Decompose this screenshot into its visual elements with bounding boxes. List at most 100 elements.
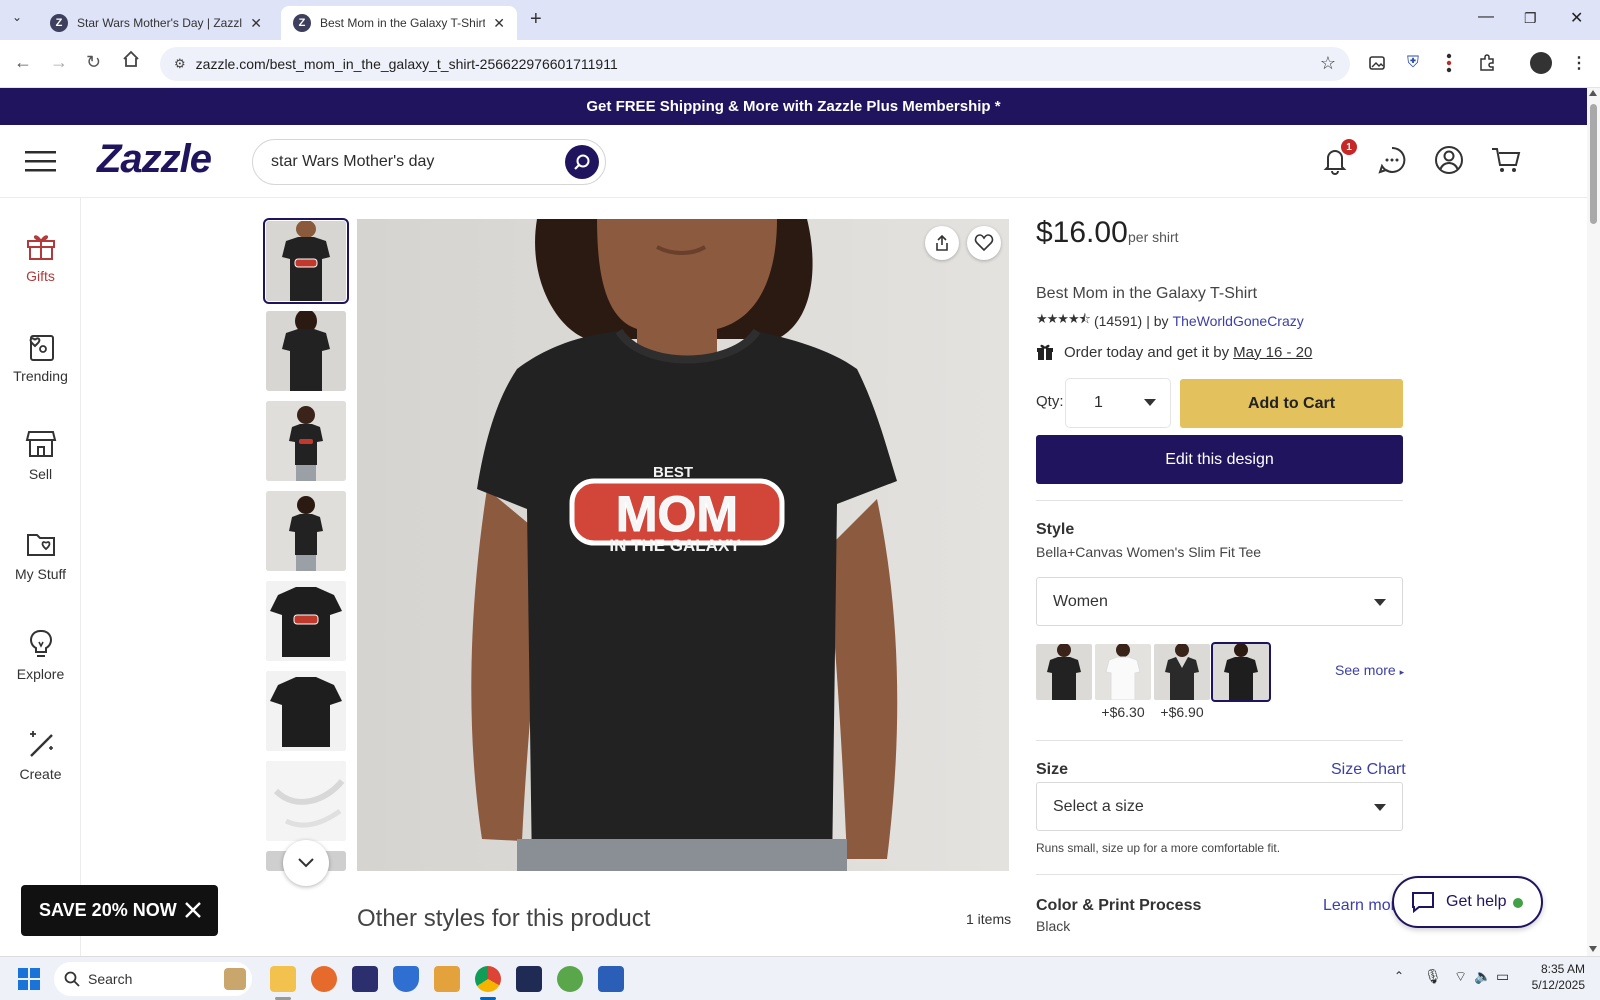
add-to-cart-button[interactable]: Add to Cart <box>1180 379 1403 428</box>
puzzle-extensions-icon[interactable] <box>1476 52 1498 74</box>
main-product-image[interactable]: BEST MOM IN THE GALAXY <box>357 219 1009 871</box>
product-thumbnail[interactable] <box>266 761 346 841</box>
style-swatch[interactable] <box>1154 644 1210 700</box>
search-input[interactable]: star Wars Mother's day <box>252 139 606 185</box>
forward-icon[interactable]: → <box>50 52 68 73</box>
nav-sell[interactable]: Sell <box>0 428 81 482</box>
nav-my-stuff[interactable]: My Stuff <box>0 528 81 582</box>
app-icon[interactable] <box>516 966 542 992</box>
save-20-promo-button[interactable]: SAVE 20% NOW <box>21 885 218 936</box>
scrollbar-thumb[interactable] <box>1590 104 1597 224</box>
nav-explore[interactable]: Explore <box>0 628 81 682</box>
share-button[interactable] <box>925 226 959 260</box>
nav-gifts[interactable]: Gifts <box>0 230 81 284</box>
get-help-label: Get help <box>1446 893 1507 910</box>
battery-icon[interactable]: ▭ <box>1496 968 1509 985</box>
chevron-down-icon <box>298 858 314 868</box>
profile-avatar[interactable] <box>1530 52 1552 74</box>
close-window-icon[interactable]: ✕ <box>1570 8 1583 28</box>
tab-list-chevron-icon[interactable]: ⌄ <box>12 10 22 24</box>
page-scrollbar[interactable] <box>1587 88 1600 956</box>
quantity-value: 1 <box>1094 394 1103 411</box>
product-thumbnail[interactable] <box>263 218 349 304</box>
tab-title: Best Mom in the Galaxy T-Shirt | Zazzle <box>320 16 486 30</box>
style-swatch[interactable] <box>1095 644 1151 700</box>
trending-heart-icon <box>29 335 54 361</box>
new-tab-button[interactable]: + <box>530 8 542 31</box>
delivery-date[interactable]: May 16 - 20 <box>1233 344 1312 361</box>
scroll-down-icon[interactable] <box>1589 946 1597 952</box>
taskbar-clock[interactable]: 8:35 AM 5/12/2025 <box>1525 961 1585 993</box>
show-hidden-icons[interactable]: ⌃ <box>1394 969 1404 983</box>
quantity-select[interactable]: 1 <box>1066 379 1170 427</box>
close-tab-icon[interactable]: ✕ <box>250 15 262 32</box>
review-count[interactable]: (14591) <box>1094 313 1142 329</box>
word-icon[interactable] <box>598 966 624 992</box>
app-icon[interactable] <box>352 966 378 992</box>
close-tab-icon[interactable]: ✕ <box>493 15 505 32</box>
zazzle-logo[interactable]: Zazzle <box>97 137 212 182</box>
search-button[interactable] <box>565 145 599 179</box>
address-bar[interactable]: ⚙ zazzle.com/best_mom_in_the_galaxy_t_sh… <box>160 47 1350 81</box>
product-thumbnail[interactable] <box>266 671 346 751</box>
scroll-up-icon[interactable] <box>1589 90 1597 96</box>
bookmark-star-icon[interactable]: ☆ <box>1320 53 1336 74</box>
size-chart-link[interactable]: Size Chart <box>1331 761 1406 779</box>
tab-best-mom-tshirt[interactable]: Z Best Mom in the Galaxy T-Shirt | Zazzl… <box>281 6 517 40</box>
edit-design-button[interactable]: Edit this design <box>1036 435 1403 484</box>
cart-icon[interactable] <box>1489 143 1523 177</box>
image-extension-icon[interactable] <box>1366 52 1388 74</box>
file-explorer-icon[interactable] <box>270 966 296 992</box>
thumbnails-scroll-down-button[interactable] <box>283 840 329 886</box>
hamburger-menu-icon[interactable] <box>25 150 56 177</box>
product-rating: ★★★★⯪ (14591) | by TheWorldGoneCrazy <box>1036 310 1304 332</box>
site-settings-icon[interactable]: ⚙ <box>174 56 186 72</box>
shield-extension-icon[interactable]: ⛨ <box>1402 52 1424 74</box>
search-icon <box>574 154 590 170</box>
wifi-icon[interactable]: ⌔ <box>1454 968 1467 986</box>
restore-icon[interactable]: ❐ <box>1524 10 1537 27</box>
windows-start-icon[interactable] <box>18 968 40 995</box>
product-thumbnail[interactable] <box>266 311 346 391</box>
style-select[interactable]: Women <box>1036 577 1403 626</box>
style-swatch[interactable] <box>1036 644 1092 700</box>
reload-icon[interactable]: ↻ <box>86 52 101 73</box>
minimize-icon[interactable]: — <box>1478 8 1494 26</box>
product-thumbnail[interactable] <box>266 491 346 571</box>
style-swatch-selected[interactable] <box>1211 642 1271 702</box>
app-icon[interactable] <box>557 966 583 992</box>
swatch-price: +$6.90 <box>1160 704 1204 720</box>
close-icon[interactable] <box>182 899 204 921</box>
firefox-icon[interactable] <box>311 966 337 992</box>
promo-banner[interactable]: Get FREE Shipping & More with Zazzle Plu… <box>0 88 1587 125</box>
tab-star-wars-mothers-day[interactable]: Z Star Wars Mother's Day | Zazzle ✕ <box>38 6 274 40</box>
site-header: Zazzle star Wars Mother's day <box>0 125 1587 198</box>
microphone-icon[interactable]: 🎙 <box>1424 968 1442 985</box>
volume-icon[interactable]: 🔈 <box>1474 968 1491 985</box>
notification-badge: 1 <box>1341 139 1357 155</box>
product-thumbnail[interactable] <box>266 401 346 481</box>
more-extension-icon[interactable] <box>1438 52 1460 74</box>
style-select-value: Women <box>1053 592 1108 610</box>
product-thumbnail[interactable] <box>266 581 346 661</box>
chat-icon[interactable] <box>1375 143 1409 177</box>
back-icon[interactable]: ← <box>14 52 32 73</box>
browser-menu-icon[interactable]: ⋮ <box>1568 52 1590 74</box>
nav-create[interactable]: Create <box>0 728 81 782</box>
chrome-icon[interactable] <box>475 966 501 992</box>
style-heading: Style <box>1036 521 1075 538</box>
account-icon[interactable] <box>1432 143 1466 177</box>
size-select[interactable]: Select a size <box>1036 782 1403 831</box>
see-more-link[interactable]: See more ▸ <box>1335 662 1404 678</box>
home-icon[interactable] <box>122 50 140 73</box>
nav-trending[interactable]: Trending <box>0 330 81 384</box>
magic-wand-icon <box>29 731 53 757</box>
rating-stars: ★★★★⯪ <box>1036 311 1091 326</box>
media-player-icon[interactable] <box>434 966 460 992</box>
seller-link[interactable]: TheWorldGoneCrazy <box>1173 313 1304 329</box>
favorite-button[interactable] <box>967 226 1001 260</box>
defender-shield-icon[interactable] <box>393 966 419 992</box>
promo-text: Get FREE Shipping & More with Zazzle Plu… <box>586 98 1001 115</box>
get-help-button[interactable]: Get help <box>1392 876 1543 928</box>
taskbar-search[interactable]: Search <box>54 962 252 996</box>
